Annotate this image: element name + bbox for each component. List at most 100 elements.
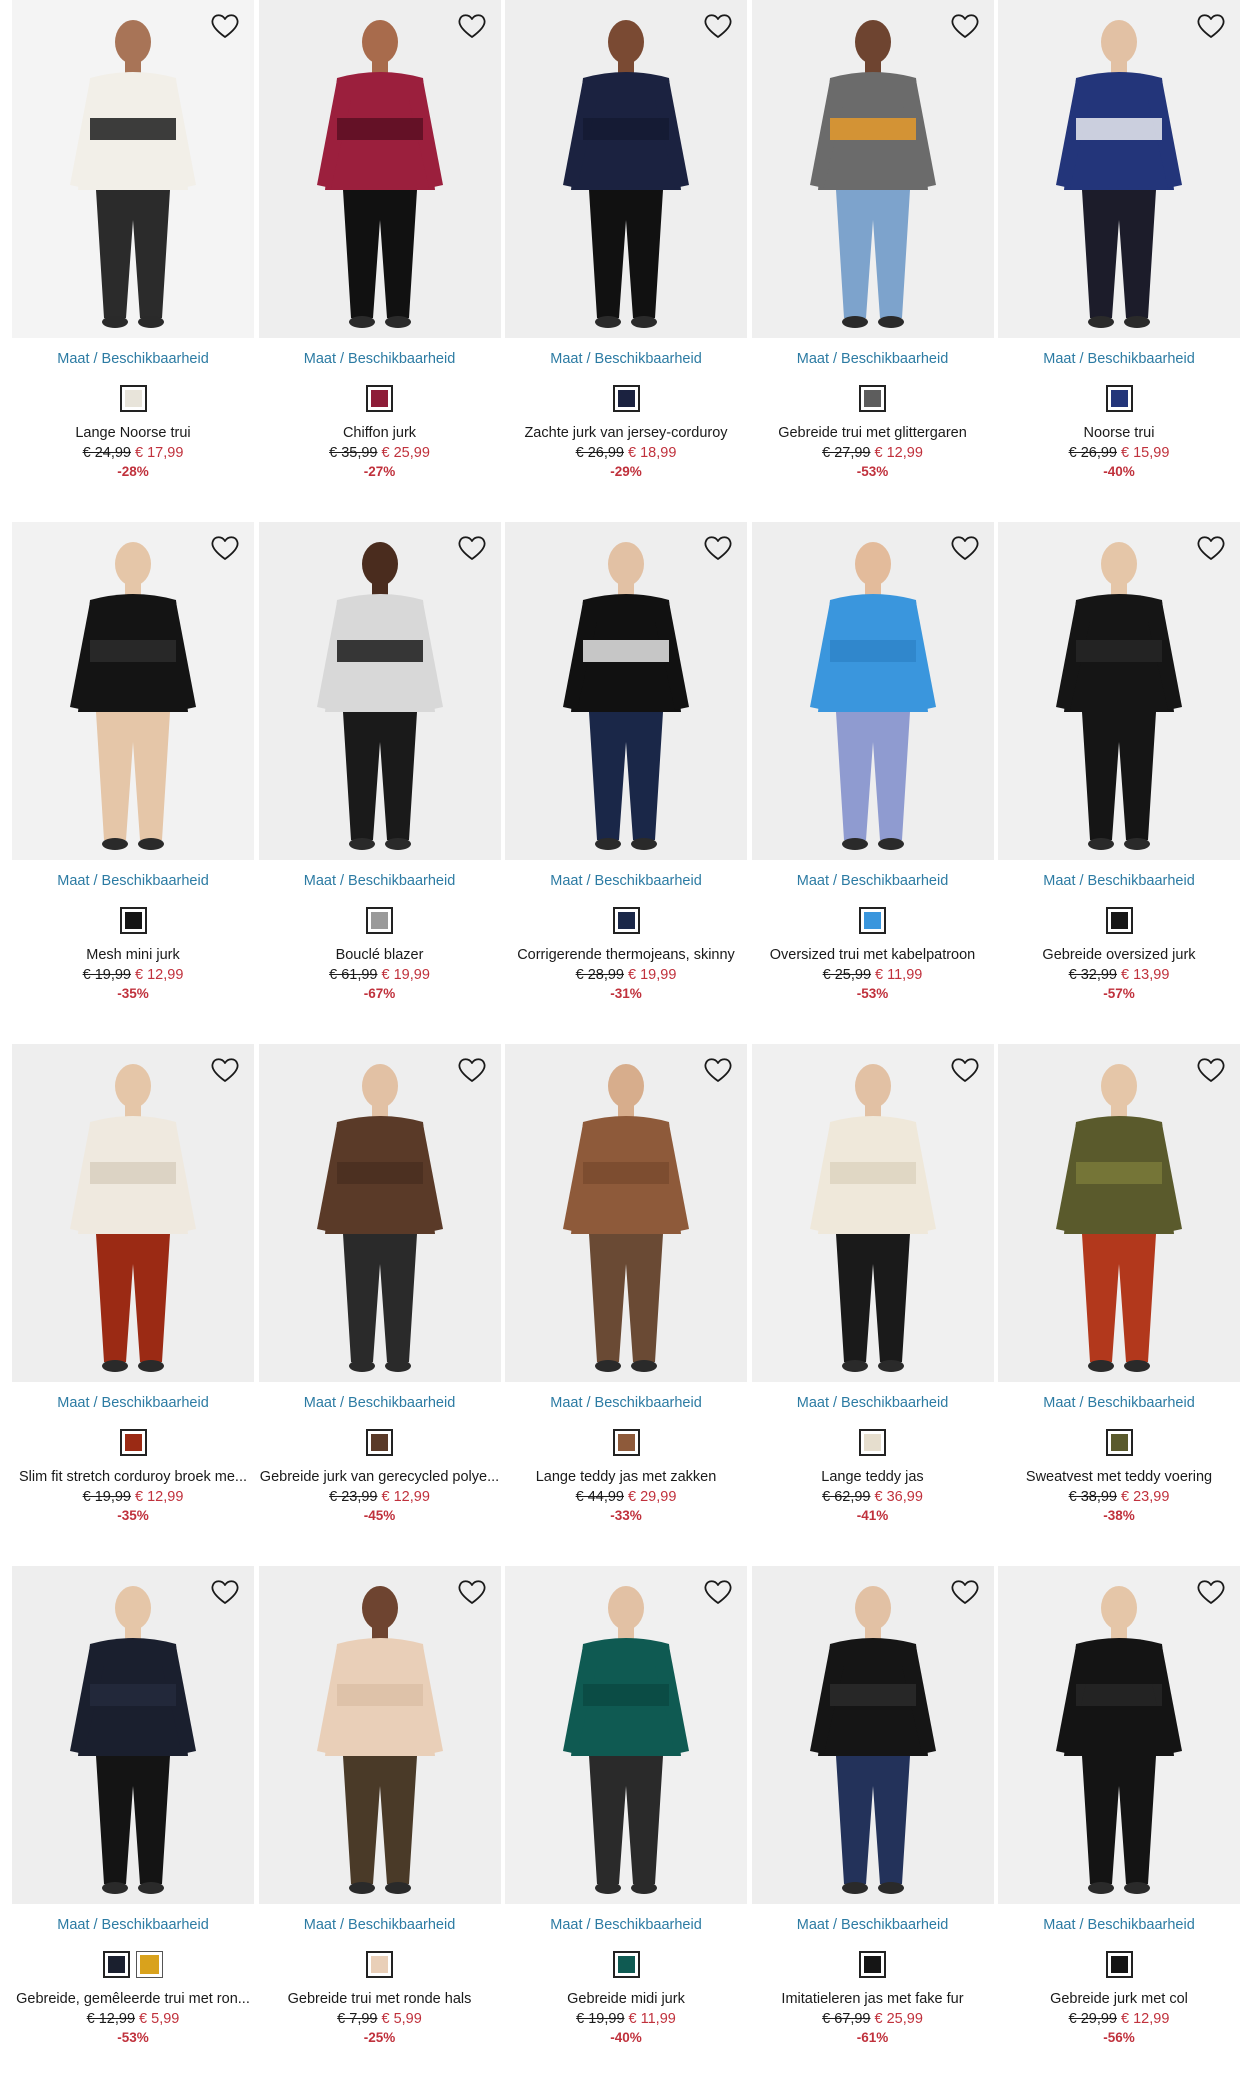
product-title[interactable]: Gebreide midi jurk [503,1989,749,2009]
color-swatch[interactable] [119,385,147,412]
product-image[interactable] [998,0,1240,338]
product-card[interactable]: Maat / Beschikbaarheid Sweatvest met tedd… [996,1044,1242,1525]
color-swatch[interactable] [859,907,886,934]
product-card[interactable]: Maat / Beschikbaarheid Noorse trui € 26,99… [996,0,1242,481]
color-swatch[interactable] [612,385,640,412]
product-card[interactable]: Maat / Beschikbaarheid Bouclé blazer € 61,… [257,522,503,1003]
product-card[interactable]: Maat / Beschikbaarheid Zachte jurk van je… [503,0,749,481]
product-image[interactable] [998,1566,1240,1904]
color-swatch[interactable] [366,907,393,934]
color-swatch[interactable] [119,1429,147,1456]
product-card[interactable]: Maat / Beschikbaarheid Oversized trui met… [750,522,996,1003]
color-swatch[interactable] [1105,1951,1133,1978]
product-image[interactable] [505,1044,747,1382]
wishlist-heart-icon[interactable] [1194,1054,1228,1086]
wishlist-heart-icon[interactable] [948,10,982,42]
product-title[interactable]: Gebreide, gemêleerde trui met ron... [10,1989,256,2009]
color-swatch[interactable] [859,385,886,412]
product-image[interactable] [12,522,254,860]
product-image[interactable] [998,522,1240,860]
product-card[interactable]: Maat / Beschikbaarheid Imitatieleren jas … [750,1566,996,2047]
size-availability-link[interactable]: Maat / Beschikbaarheid [503,1394,749,1412]
size-availability-link[interactable]: Maat / Beschikbaarheid [10,872,256,890]
product-image[interactable] [258,1566,501,1904]
wishlist-heart-icon[interactable] [455,532,489,564]
size-availability-link[interactable]: Maat / Beschikbaarheid [996,872,1242,890]
product-card[interactable]: Maat / Beschikbaarheid Gebreide jurk met … [996,1566,1242,2047]
wishlist-heart-icon[interactable] [948,1576,982,1608]
size-availability-link[interactable]: Maat / Beschikbaarheid [996,1916,1242,1934]
size-availability-link[interactable]: Maat / Beschikbaarheid [257,1394,503,1412]
product-title[interactable]: Gebreide trui met glittergaren [750,423,996,443]
size-availability-link[interactable]: Maat / Beschikbaarheid [503,1916,749,1934]
product-card[interactable]: Maat / Beschikbaarheid Gebreide, gemêleer… [10,1566,256,2047]
product-card[interactable]: Maat / Beschikbaarheid Gebreide trui met … [750,0,996,481]
wishlist-heart-icon[interactable] [1194,10,1228,42]
color-swatch[interactable] [136,1951,163,1978]
color-swatch[interactable] [366,1429,393,1456]
size-availability-link[interactable]: Maat / Beschikbaarheid [503,872,749,890]
product-title[interactable]: Sweatvest met teddy voering [996,1467,1242,1487]
product-title[interactable]: Gebreide jurk van gerecycled polye... [257,1467,503,1487]
product-card[interactable]: Maat / Beschikbaarheid Gebreide midi jurk… [503,1566,749,2047]
wishlist-heart-icon[interactable] [701,1576,735,1608]
wishlist-heart-icon[interactable] [455,1054,489,1086]
size-availability-link[interactable]: Maat / Beschikbaarheid [503,350,749,368]
wishlist-heart-icon[interactable] [1194,532,1228,564]
product-image[interactable] [505,0,747,338]
product-title[interactable]: Imitatieleren jas met fake fur [750,1989,996,2009]
wishlist-heart-icon[interactable] [1194,1576,1228,1608]
color-swatch[interactable] [366,385,393,412]
color-swatch[interactable] [103,1951,130,1978]
size-availability-link[interactable]: Maat / Beschikbaarheid [996,1394,1242,1412]
product-title[interactable]: Noorse trui [996,423,1242,443]
size-availability-link[interactable]: Maat / Beschikbaarheid [750,1916,996,1934]
size-availability-link[interactable]: Maat / Beschikbaarheid [996,350,1242,368]
product-title[interactable]: Gebreide jurk met col [996,1989,1242,2009]
product-image[interactable] [258,0,501,338]
product-title[interactable]: Lange teddy jas [750,1467,996,1487]
color-swatch[interactable] [366,1951,393,1978]
color-swatch[interactable] [612,1951,640,1978]
product-title[interactable]: Slim fit stretch corduroy broek me... [10,1467,256,1487]
size-availability-link[interactable]: Maat / Beschikbaarheid [750,1394,996,1412]
size-availability-link[interactable]: Maat / Beschikbaarheid [10,350,256,368]
product-card[interactable]: Maat / Beschikbaarheid Gebreide trui met … [257,1566,503,2047]
color-swatch[interactable] [1105,385,1133,412]
product-card[interactable]: Maat / Beschikbaarheid Mesh mini jurk € 19… [10,522,256,1003]
color-swatch[interactable] [119,907,147,934]
color-swatch[interactable] [612,1429,640,1456]
product-card[interactable]: Maat / Beschikbaarheid Lange teddy jas me… [503,1044,749,1525]
product-title[interactable]: Lange Noorse trui [10,423,256,443]
product-card[interactable]: Maat / Beschikbaarheid Gebreide oversized… [996,522,1242,1003]
product-title[interactable]: Lange teddy jas met zakken [503,1467,749,1487]
color-swatch[interactable] [612,907,640,934]
product-image[interactable] [258,1044,501,1382]
product-card[interactable]: Maat / Beschikbaarheid Lange Noorse trui €… [10,0,256,481]
product-image[interactable] [751,1044,994,1382]
size-availability-link[interactable]: Maat / Beschikbaarheid [257,1916,503,1934]
size-availability-link[interactable]: Maat / Beschikbaarheid [257,872,503,890]
size-availability-link[interactable]: Maat / Beschikbaarheid [750,350,996,368]
size-availability-link[interactable]: Maat / Beschikbaarheid [257,350,503,368]
wishlist-heart-icon[interactable] [208,10,242,42]
wishlist-heart-icon[interactable] [455,10,489,42]
product-title[interactable]: Bouclé blazer [257,945,503,965]
product-card[interactable]: Maat / Beschikbaarheid Corrigerende therm… [503,522,749,1003]
color-swatch[interactable] [859,1429,886,1456]
product-image[interactable] [751,1566,994,1904]
color-swatch[interactable] [1105,1429,1133,1456]
wishlist-heart-icon[interactable] [948,1054,982,1086]
product-title[interactable]: Gebreide trui met ronde hals [257,1989,503,2009]
wishlist-heart-icon[interactable] [948,532,982,564]
wishlist-heart-icon[interactable] [208,532,242,564]
product-image[interactable] [751,0,994,338]
product-card[interactable]: Maat / Beschikbaarheid Lange teddy jas € 6… [750,1044,996,1525]
wishlist-heart-icon[interactable] [701,10,735,42]
product-image[interactable] [12,1566,254,1904]
product-title[interactable]: Chiffon jurk [257,423,503,443]
product-card[interactable]: Maat / Beschikbaarheid Chiffon jurk € 35,9… [257,0,503,481]
product-image[interactable] [998,1044,1240,1382]
product-image[interactable] [12,0,254,338]
size-availability-link[interactable]: Maat / Beschikbaarheid [10,1394,256,1412]
